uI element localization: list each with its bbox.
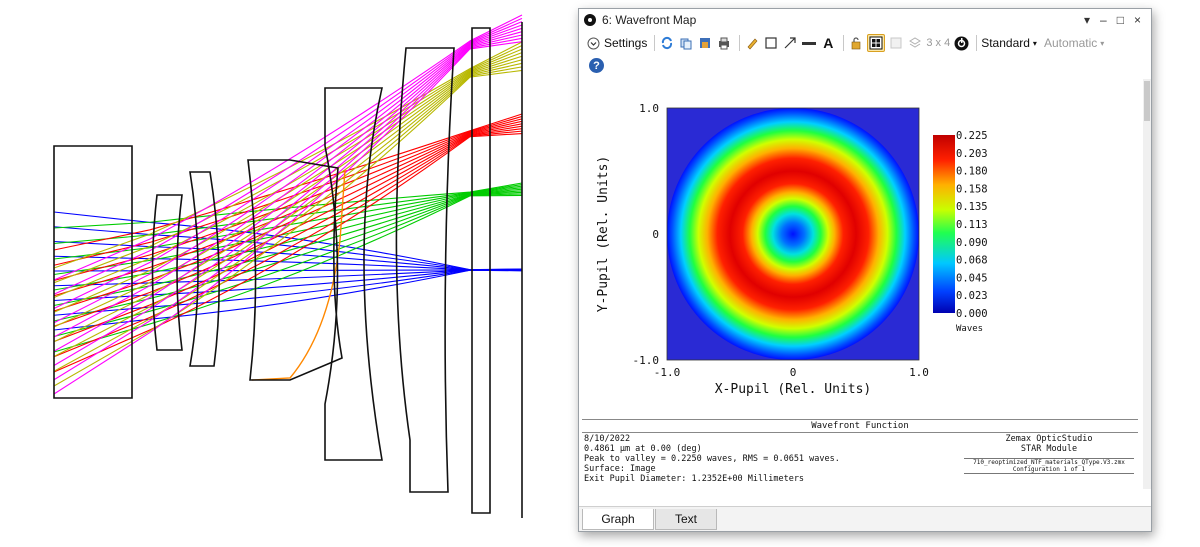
save-image-icon[interactable] — [697, 35, 713, 51]
wavefront-map-window: 6: Wavefront Map ▾ – □ × Settings A 3 x … — [578, 8, 1152, 532]
line-icon[interactable] — [801, 35, 817, 51]
tab-graph[interactable]: Graph — [582, 509, 654, 530]
info-exit-pupil: Exit Pupil Diameter: 1.2352E+00 Millimet… — [584, 474, 805, 484]
tab-text[interactable]: Text — [655, 509, 717, 530]
ray-line — [53, 69, 523, 387]
layout-grid-icon[interactable] — [867, 34, 886, 52]
info-date: 8/10/2022 — [584, 434, 631, 444]
automatic-dropdown[interactable]: Automatic ▾ — [1044, 34, 1104, 52]
title-bar: 6: Wavefront Map ▾ – □ × — [579, 9, 1151, 31]
info-peak-to-valley: Peak to valley = 0.2250 waves, RMS = 0.0… — [584, 454, 840, 464]
colorbar — [933, 135, 955, 313]
automatic-label: Automatic — [1043, 36, 1098, 50]
colorbar-tick-label: 0.000 — [956, 308, 988, 320]
colorbar-tick-label: 0.135 — [956, 201, 988, 213]
layers-icon[interactable] — [907, 35, 923, 51]
copy-icon[interactable] — [678, 35, 694, 51]
window-title: 6: Wavefront Map — [602, 13, 697, 27]
text-tool-icon[interactable]: A — [820, 35, 836, 51]
colorbar-tick-label: 0.090 — [956, 237, 988, 249]
ray-line — [53, 113, 523, 251]
tab-bar: Graph Text — [579, 506, 1151, 531]
colorbar-tick-label: 0.203 — [956, 148, 988, 160]
colorbar-tick-label: 0.045 — [956, 272, 988, 284]
settings-label: Settings — [604, 36, 648, 50]
standard-dropdown[interactable]: Standard ▾ — [981, 34, 1037, 52]
lock-icon[interactable] — [848, 35, 864, 51]
help-icon[interactable]: ? — [589, 58, 604, 73]
info-header: Wavefront Function — [582, 420, 1138, 433]
chevron-down-icon: ▾ — [1032, 38, 1037, 48]
ray-line — [53, 211, 523, 271]
info-surface: Surface: Image — [584, 464, 656, 474]
info-panel: Wavefront Function 8/10/2022 0.4861 μm a… — [582, 419, 1138, 490]
panel-icon[interactable] — [888, 35, 904, 51]
arrow-icon[interactable] — [782, 35, 798, 51]
ray-line — [53, 269, 523, 331]
info-software: Zemax OpticStudio — [1005, 434, 1093, 444]
info-configuration: Configuration 1 of 1 — [1012, 466, 1086, 473]
y-tick-label: 1.0 — [639, 102, 659, 115]
wavefront-heatmap — [667, 108, 919, 360]
ray-line — [53, 66, 523, 372]
info-module: STAR Module — [1020, 444, 1078, 454]
lens-layout-diagram — [53, 14, 523, 518]
maximize-button[interactable]: □ — [1117, 13, 1124, 27]
standard-label: Standard — [981, 36, 1030, 50]
settings-button[interactable]: Settings — [585, 34, 647, 52]
info-filename: 710_reoptimized_NTF_materials_QType.V3.z… — [973, 459, 1125, 466]
colorbar-tick-label: 0.023 — [956, 290, 988, 302]
vertical-scrollbar[interactable] — [1143, 79, 1151, 489]
window-menu-button[interactable]: ▾ — [1084, 13, 1090, 27]
colorbar-tick-label: 0.113 — [956, 219, 988, 231]
x-tick-label: -1.0 — [654, 366, 681, 379]
info-wavelength: 0.4861 μm at 0.00 (deg) — [584, 444, 702, 454]
toolbar-separator — [739, 35, 741, 51]
lens-element-1 — [53, 145, 133, 399]
chevron-down-icon — [585, 35, 601, 51]
colorbar-tick-label: 0.180 — [956, 166, 988, 178]
app-icon — [584, 14, 596, 26]
x-tick-label: 1.0 — [909, 366, 929, 379]
scroll-thumb[interactable] — [1144, 81, 1150, 121]
pencil-icon[interactable] — [744, 35, 760, 51]
toolbar-separator — [976, 35, 978, 51]
grid-size-dropdown[interactable]: 3 x 4 — [926, 34, 950, 52]
colorbar-unit-label: Waves — [956, 324, 983, 334]
zemax-logo-icon[interactable] — [953, 35, 969, 51]
rectangle-icon[interactable] — [763, 35, 779, 51]
ray-line — [53, 269, 523, 316]
colorbar-tick-label: 0.068 — [956, 255, 988, 267]
ray-line — [53, 17, 523, 295]
chevron-down-icon: ▾ — [1100, 38, 1105, 48]
colorbar-tick-label: 0.158 — [956, 183, 988, 195]
y-tick-label: 0 — [652, 228, 659, 241]
wavefront-map-plot: 1.0 0 -1.0 -1.0 0 1.0 X-Pupil (Rel. Unit… — [596, 102, 988, 397]
x-tick-label: 0 — [790, 366, 797, 379]
toolbar-separator — [654, 35, 656, 51]
refresh-icon[interactable] — [659, 35, 675, 51]
y-axis-label: Y-Pupil (Rel. Units) — [596, 156, 611, 313]
colorbar-tick-label: 0.225 — [956, 130, 988, 142]
x-axis-label: X-Pupil (Rel. Units) — [715, 382, 872, 397]
toolbar-separator — [843, 35, 845, 51]
close-button[interactable]: × — [1134, 13, 1141, 27]
toolbar: Settings A 3 x 4 Standard ▾ Automatic ▾ — [579, 31, 1151, 55]
minimize-button[interactable]: – — [1100, 13, 1107, 27]
ray-line — [53, 130, 523, 358]
print-icon[interactable] — [716, 35, 732, 51]
